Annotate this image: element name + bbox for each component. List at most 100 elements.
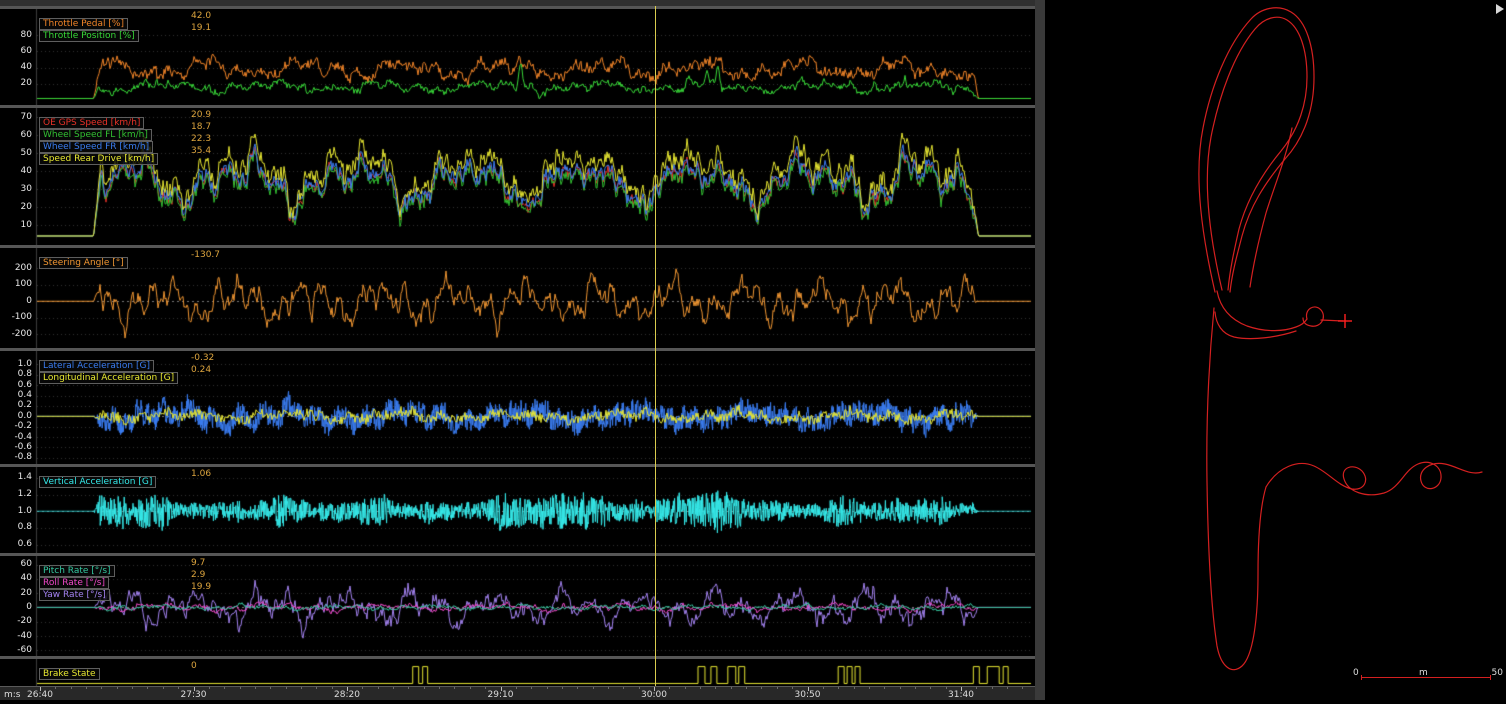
track-path	[1266, 462, 1482, 494]
series-cursor-value: 0.24	[191, 365, 211, 376]
series-label[interactable]: Vertical Acceleration [G]	[39, 476, 156, 488]
series-label[interactable]: Brake State	[39, 668, 100, 680]
series-cursor-value: 19.9	[191, 582, 211, 593]
y-tick-label: 20	[0, 589, 32, 598]
legend-row: Pitch Rate [°/s]9.7	[39, 558, 211, 570]
y-tick-label: 100	[0, 280, 32, 289]
y-tick-label: 30	[0, 185, 32, 194]
time-minor-tick	[439, 687, 440, 689]
y-tick-label: -0.8	[0, 453, 32, 462]
time-minor-tick	[393, 687, 394, 689]
series-cursor-value: 9.7	[191, 558, 205, 569]
time-minor-tick	[792, 687, 793, 689]
time-cursor[interactable]	[655, 6, 656, 686]
legend-row: Vertical Acceleration [G]1.06	[39, 469, 211, 481]
legend-row: Lateral Acceleration [G]-0.32	[39, 353, 214, 365]
time-minor-tick	[915, 687, 916, 689]
time-minor-tick	[639, 687, 640, 689]
series-label[interactable]: Speed Rear Drive [km/h]	[39, 153, 158, 165]
legend-acceleration: Lateral Acceleration [G]-0.32Longitudina…	[39, 353, 214, 377]
y-tick-label: 70	[0, 113, 32, 122]
time-minor-tick	[593, 687, 594, 689]
time-minor-tick	[761, 687, 762, 689]
legend-speed: OE GPS Speed [km/h]20.9Wheel Speed FL [k…	[39, 110, 211, 158]
legend-row: Longitudinal Acceleration [G]0.24	[39, 365, 214, 377]
time-minor-tick	[454, 687, 455, 689]
time-unit-label: m:s	[4, 690, 21, 700]
time-tick-label: 30:50	[795, 690, 821, 700]
legend-row: Speed Rear Drive [km/h]35.4	[39, 146, 211, 158]
time-minor-tick	[378, 687, 379, 689]
legend-row: Yaw Rate [°/s]19.9	[39, 582, 211, 594]
legend-row: Throttle Position [%]19.1	[39, 23, 211, 35]
time-minor-tick	[547, 687, 548, 689]
y-tick-label: 60	[0, 131, 32, 140]
time-minor-tick	[286, 687, 287, 689]
time-minor-tick	[992, 687, 993, 689]
y-tick-label: 1.0	[0, 360, 32, 369]
series-label[interactable]: Throttle Position [%]	[39, 30, 139, 42]
time-minor-tick	[669, 687, 670, 689]
y-tick-label: 40	[0, 63, 32, 72]
time-minor-tick	[516, 687, 517, 689]
series-cursor-value: 0	[191, 661, 197, 672]
track-path	[1217, 291, 1307, 331]
track-path	[1207, 308, 1266, 670]
time-minor-tick	[424, 687, 425, 689]
time-minor-tick	[884, 687, 885, 689]
time-minor-tick	[731, 687, 732, 689]
time-minor-tick	[700, 687, 701, 689]
scale-unit-label: m	[1419, 668, 1428, 678]
track-map[interactable]	[1045, 0, 1506, 700]
time-axis[interactable]: m:s 26:4027:3028:2029:1030:0030:5031:40	[0, 686, 1035, 700]
time-minor-tick	[854, 687, 855, 689]
series-label[interactable]: Steering Angle [°]	[39, 257, 128, 269]
series-cursor-value: 19.1	[191, 23, 211, 34]
y-tick-label: -40	[0, 632, 32, 641]
time-minor-tick	[946, 687, 947, 689]
y-tick-label: 40	[0, 574, 32, 583]
y-tick-label: 0.4	[0, 391, 32, 400]
time-minor-tick	[362, 687, 363, 689]
chart-region: 80604020Throttle Pedal [%]42.0Throttle P…	[0, 0, 1035, 700]
panel-vertical-acceleration: 1.41.21.00.80.6Vertical Acceleration [G]…	[0, 464, 1035, 553]
time-minor-tick	[608, 687, 609, 689]
telemetry-app: 80604020Throttle Pedal [%]42.0Throttle P…	[0, 0, 1506, 700]
y-tick-label: 0.2	[0, 401, 32, 410]
series-label[interactable]: Longitudinal Acceleration [G]	[39, 372, 178, 384]
time-minor-tick	[209, 687, 210, 689]
legend-row: Wheel Speed FR [km/h]22.3	[39, 134, 211, 146]
series-cursor-value: -130.7	[191, 250, 220, 261]
y-tick-label: 80	[0, 31, 32, 40]
y-tick-label: 60	[0, 560, 32, 569]
time-minor-tick	[838, 687, 839, 689]
map-scale-bar: 0 m 50	[1353, 668, 1503, 682]
time-minor-tick	[577, 687, 578, 689]
series-cursor-value: 18.7	[191, 122, 211, 133]
time-minor-tick	[408, 687, 409, 689]
series-cursor-value: 22.3	[191, 134, 211, 145]
legend-row: Throttle Pedal [%]42.0	[39, 11, 211, 23]
play-arrow-icon[interactable]	[1496, 4, 1504, 14]
panel-brake: Brake State 0	[0, 656, 1035, 686]
time-minor-tick	[55, 687, 56, 689]
y-tick-label: 0.8	[0, 370, 32, 379]
y-tick-label: 0.6	[0, 381, 32, 390]
legend-rates: Pitch Rate [°/s]9.7Roll Rate [°/s]2.9Yaw…	[39, 558, 211, 594]
y-tick-label: 20	[0, 203, 32, 212]
y-tick-label: 50	[0, 149, 32, 158]
time-minor-tick	[1022, 687, 1023, 689]
y-tick-label: 0.0	[0, 412, 32, 421]
series-label[interactable]: Yaw Rate [°/s]	[39, 589, 110, 601]
legend-row: OE GPS Speed [km/h]20.9	[39, 110, 211, 122]
scale-right-label: 50	[1492, 668, 1503, 678]
y-tick-label: -0.4	[0, 433, 32, 442]
splitter[interactable]	[1035, 0, 1045, 700]
time-minor-tick	[332, 687, 333, 689]
time-minor-tick	[117, 687, 118, 689]
series-cursor-value: 2.9	[191, 570, 205, 581]
time-minor-tick	[163, 687, 164, 689]
track-path	[1303, 307, 1323, 326]
time-tick-label: 28:20	[334, 690, 360, 700]
legend-throttle: Throttle Pedal [%]42.0Throttle Position …	[39, 11, 211, 35]
